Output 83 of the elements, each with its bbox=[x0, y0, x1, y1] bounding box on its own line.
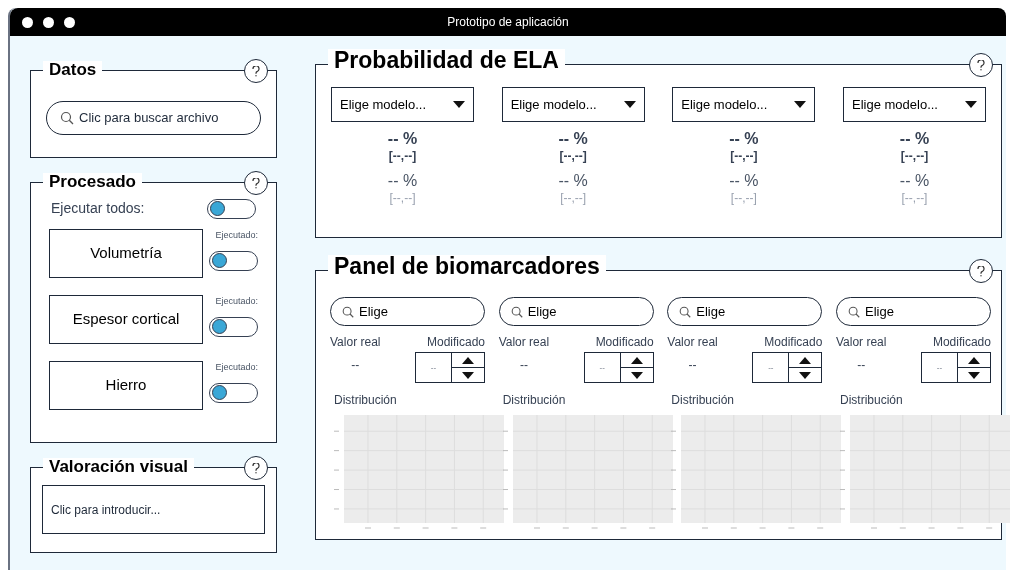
number-spinner[interactable]: -- bbox=[920, 352, 991, 383]
help-icon[interactable] bbox=[244, 59, 268, 83]
panel-title: Valoración visual bbox=[43, 458, 194, 475]
executed-label: Ejecutado: bbox=[215, 361, 258, 374]
model-dropdown[interactable]: Elige modelo... bbox=[842, 87, 986, 122]
model-dropdown[interactable]: Elige modelo... bbox=[331, 87, 474, 122]
real-value: -- bbox=[688, 357, 697, 374]
toggle-switch[interactable] bbox=[207, 198, 256, 219]
help-icon[interactable] bbox=[969, 53, 993, 77]
search-placeholder: Elige bbox=[864, 302, 894, 321]
up-caret-icon bbox=[630, 356, 643, 364]
distribution-label: Distribución bbox=[333, 392, 398, 409]
probability-interval: [--,--] bbox=[900, 149, 929, 164]
probability-value: -- % bbox=[729, 171, 759, 191]
down-caret-icon bbox=[630, 371, 643, 379]
model-dropdown[interactable]: Elige modelo... bbox=[501, 87, 645, 122]
real-value: -- bbox=[351, 357, 360, 374]
modified-label: Modificado bbox=[932, 334, 991, 351]
modified-label: Modificado bbox=[426, 334, 485, 351]
search-placeholder: Elige bbox=[527, 302, 557, 321]
distribution-label: Distribución bbox=[501, 392, 567, 409]
real-value: -- bbox=[519, 357, 528, 374]
executed-label: Ejecutado: bbox=[215, 295, 258, 308]
model-dropdown[interactable]: Elige modelo... bbox=[672, 87, 816, 122]
probability-value: -- % bbox=[558, 129, 588, 149]
probability-interval: [--,--] bbox=[730, 149, 758, 164]
modified-label: Modificado bbox=[595, 334, 654, 351]
probability-interval: [--,--] bbox=[388, 149, 417, 164]
run-all-label: Ejecutar todos: bbox=[51, 199, 145, 218]
probability-value: -- % bbox=[558, 171, 588, 191]
search-icon bbox=[341, 304, 355, 319]
up-caret-icon bbox=[799, 356, 812, 364]
number-spinner[interactable]: -- bbox=[583, 352, 654, 383]
probability-interval: [--,--] bbox=[559, 149, 587, 164]
down-caret-icon bbox=[799, 371, 812, 379]
real-value-label: Valor real bbox=[330, 334, 381, 351]
probability-interval: [--,--] bbox=[389, 191, 416, 206]
probability-interval: [--,--] bbox=[560, 191, 587, 206]
down-caret-icon bbox=[967, 371, 980, 379]
step-button[interactable]: Volumetría bbox=[49, 229, 203, 278]
search-icon bbox=[59, 110, 75, 126]
down-caret-icon bbox=[964, 101, 977, 108]
visual-assessment-field[interactable]: Clic para introducir... bbox=[42, 485, 265, 534]
search-placeholder: Elige bbox=[696, 302, 726, 321]
probability-value: -- % bbox=[899, 171, 930, 191]
probability-value: -- % bbox=[729, 129, 759, 149]
number-spinner[interactable]: -- bbox=[415, 352, 485, 383]
real-value-label: Valor real bbox=[835, 334, 887, 351]
distribution-label: Distribución bbox=[670, 392, 735, 409]
help-icon[interactable] bbox=[244, 171, 268, 195]
executed-label: Ejecutado: bbox=[215, 229, 258, 242]
real-value-label: Valor real bbox=[498, 334, 550, 351]
probability-value: -- % bbox=[387, 171, 418, 191]
window-title: Prototipo de aplicación bbox=[447, 14, 569, 31]
toggle-switch[interactable] bbox=[209, 316, 258, 337]
panel-title: Datos bbox=[43, 61, 103, 78]
down-caret-icon bbox=[453, 101, 465, 108]
up-caret-icon bbox=[967, 356, 980, 364]
search-icon bbox=[678, 304, 693, 319]
probability-interval: [--,--] bbox=[901, 191, 928, 206]
step-button[interactable]: Hierro bbox=[49, 361, 203, 410]
step-button[interactable]: Espesor cortical bbox=[49, 295, 203, 344]
toggle-switch[interactable] bbox=[209, 250, 258, 271]
search-placeholder: Elige bbox=[359, 302, 388, 321]
real-value-label: Valor real bbox=[667, 334, 718, 351]
panel-title: Procesado bbox=[43, 173, 142, 190]
modified-label: Modificado bbox=[764, 334, 823, 351]
help-icon[interactable] bbox=[244, 456, 268, 480]
probability-value: -- % bbox=[899, 129, 930, 149]
down-caret-icon bbox=[794, 101, 807, 108]
search-icon bbox=[509, 304, 524, 319]
real-value: -- bbox=[857, 357, 866, 374]
search-icon bbox=[846, 304, 861, 319]
help-icon[interactable] bbox=[969, 259, 993, 283]
up-caret-icon bbox=[462, 356, 474, 364]
down-caret-icon bbox=[623, 101, 636, 108]
down-caret-icon bbox=[462, 371, 474, 379]
number-spinner[interactable]: -- bbox=[752, 352, 823, 383]
search-placeholder: Clic para buscar archivo bbox=[79, 109, 219, 128]
toggle-switch[interactable] bbox=[209, 382, 258, 403]
probability-value: -- % bbox=[387, 129, 418, 149]
probability-interval: [--,--] bbox=[730, 191, 757, 206]
distribution-label: Distribución bbox=[838, 392, 904, 409]
